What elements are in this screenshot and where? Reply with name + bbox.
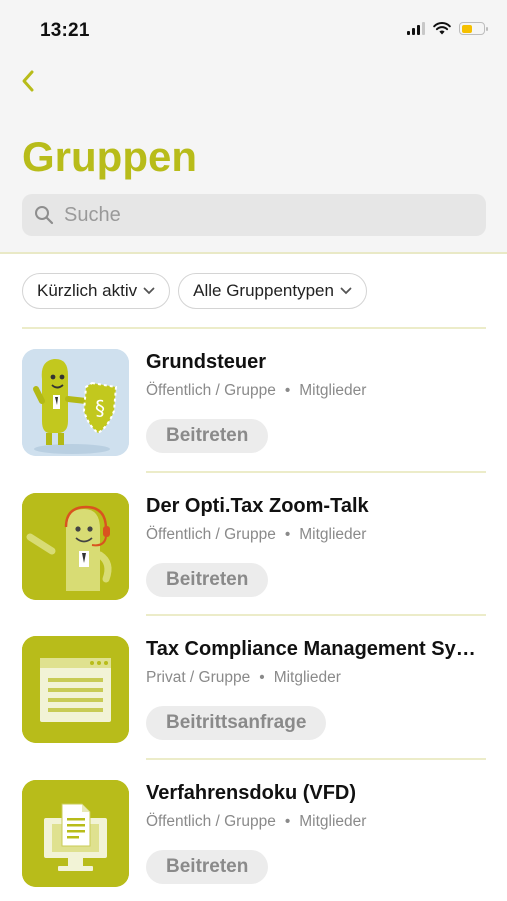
list-item[interactable]: Verfahrensdoku (VFD) Öffentlich / Gruppe… <box>22 760 486 901</box>
header-divider <box>0 252 507 254</box>
separator-dot: • <box>285 813 290 830</box>
list-item[interactable]: § Grundsteuer Öffentlich / Gruppe • Mitgli… <box>22 329 486 471</box>
page-title: Gruppen <box>22 131 197 183</box>
separator-dot: • <box>259 669 264 686</box>
group-meta: Öffentlich / Gruppe • Mitglieder <box>146 813 366 831</box>
join-button[interactable]: Beitreten <box>146 563 268 597</box>
request-join-button[interactable]: Beitrittsanfrage <box>146 706 326 740</box>
monitor-document-icon <box>22 780 129 887</box>
status-bar: 13:21 <box>0 0 507 60</box>
mascot-headset-illustration <box>22 493 129 600</box>
separator-dot: • <box>285 382 290 399</box>
group-image: § <box>22 349 129 456</box>
group-image <box>22 636 129 743</box>
status-time: 13:21 <box>40 20 90 42</box>
list-item[interactable]: Tax Compliance Management Sy… Privat / G… <box>22 616 486 758</box>
browser-window-icon <box>22 636 129 743</box>
group-name: Grundsteuer <box>146 351 486 374</box>
group-meta: Öffentlich / Gruppe • Mitglieder <box>146 526 366 544</box>
search-icon <box>34 205 54 225</box>
group-name: Verfahrensdoku (VFD) <box>146 782 486 805</box>
chevron-down-icon <box>143 287 155 295</box>
svg-text:§: § <box>95 396 105 420</box>
filter-label: Kürzlich aktiv <box>37 281 137 301</box>
group-members: Mitglieder <box>299 526 366 543</box>
back-button[interactable] <box>18 66 40 96</box>
status-icons <box>407 22 485 35</box>
group-name: Der Opti.Tax Zoom-Talk <box>146 495 486 518</box>
battery-icon <box>459 22 485 35</box>
group-image <box>22 493 129 600</box>
group-visibility: Öffentlich / Gruppe <box>146 813 276 830</box>
group-visibility: Privat / Gruppe <box>146 669 250 686</box>
mascot-shield-illustration: § <box>22 349 129 456</box>
group-name: Tax Compliance Management Sy… <box>146 638 486 661</box>
group-image <box>22 780 129 887</box>
wifi-icon <box>433 22 451 35</box>
group-visibility: Öffentlich / Gruppe <box>146 526 276 543</box>
list-item[interactable]: Der Opti.Tax Zoom-Talk Öffentlich / Grup… <box>22 473 486 615</box>
filter-bar: Kürzlich aktiv Alle Gruppentypen <box>22 273 367 309</box>
signal-icon <box>407 22 425 35</box>
search-bar[interactable] <box>22 194 486 236</box>
group-members: Mitglieder <box>299 382 366 399</box>
search-input[interactable] <box>62 203 466 228</box>
header-area: 13:21 Gruppen <box>0 0 507 252</box>
chevron-down-icon <box>340 287 352 295</box>
join-button[interactable]: Beitreten <box>146 850 268 884</box>
group-meta: Privat / Gruppe • Mitglieder <box>146 669 341 687</box>
filter-group-types[interactable]: Alle Gruppentypen <box>178 273 367 309</box>
filter-recent-activity[interactable]: Kürzlich aktiv <box>22 273 170 309</box>
group-members: Mitglieder <box>274 669 341 686</box>
group-members: Mitglieder <box>299 813 366 830</box>
group-meta: Öffentlich / Gruppe • Mitglieder <box>146 382 366 400</box>
group-visibility: Öffentlich / Gruppe <box>146 382 276 399</box>
filter-label: Alle Gruppentypen <box>193 281 334 301</box>
chevron-left-icon <box>18 66 40 96</box>
group-list: § Grundsteuer Öffentlich / Gruppe • Mitgli… <box>22 327 486 901</box>
join-button[interactable]: Beitreten <box>146 419 268 453</box>
separator-dot: • <box>285 526 290 543</box>
